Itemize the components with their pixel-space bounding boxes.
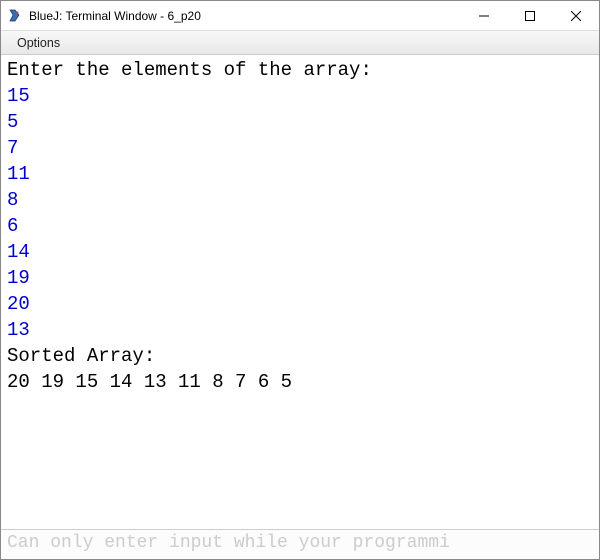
terminal-input-line: 5 [7, 109, 593, 135]
terminal-input-line: 6 [7, 213, 593, 239]
window-title: BlueJ: Terminal Window - 6_p20 [29, 9, 461, 23]
close-button[interactable] [553, 1, 599, 30]
terminal-input-line: 19 [7, 265, 593, 291]
terminal-input-line: 11 [7, 161, 593, 187]
status-bar[interactable]: Can only enter input while your programm… [1, 529, 599, 559]
terminal-input-line: 7 [7, 135, 593, 161]
bluej-app-icon [7, 8, 23, 24]
terminal-output-line: Sorted Array: [7, 343, 593, 369]
window-titlebar: BlueJ: Terminal Window - 6_p20 [1, 1, 599, 31]
menu-options[interactable]: Options [11, 34, 66, 52]
maximize-button[interactable] [507, 1, 553, 30]
status-text: Can only enter input while your programm… [7, 533, 450, 553]
terminal-output-area[interactable]: Enter the elements of the array:15571186… [1, 55, 599, 529]
terminal-input-line: 15 [7, 83, 593, 109]
terminal-input-line: 20 [7, 291, 593, 317]
terminal-output-line: 20 19 15 14 13 11 8 7 6 5 [7, 369, 593, 395]
window-controls [461, 1, 599, 30]
menubar: Options [1, 31, 599, 55]
terminal-input-line: 14 [7, 239, 593, 265]
terminal-input-line: 13 [7, 317, 593, 343]
terminal-output-line: Enter the elements of the array: [7, 57, 593, 83]
terminal-input-line: 8 [7, 187, 593, 213]
minimize-button[interactable] [461, 1, 507, 30]
